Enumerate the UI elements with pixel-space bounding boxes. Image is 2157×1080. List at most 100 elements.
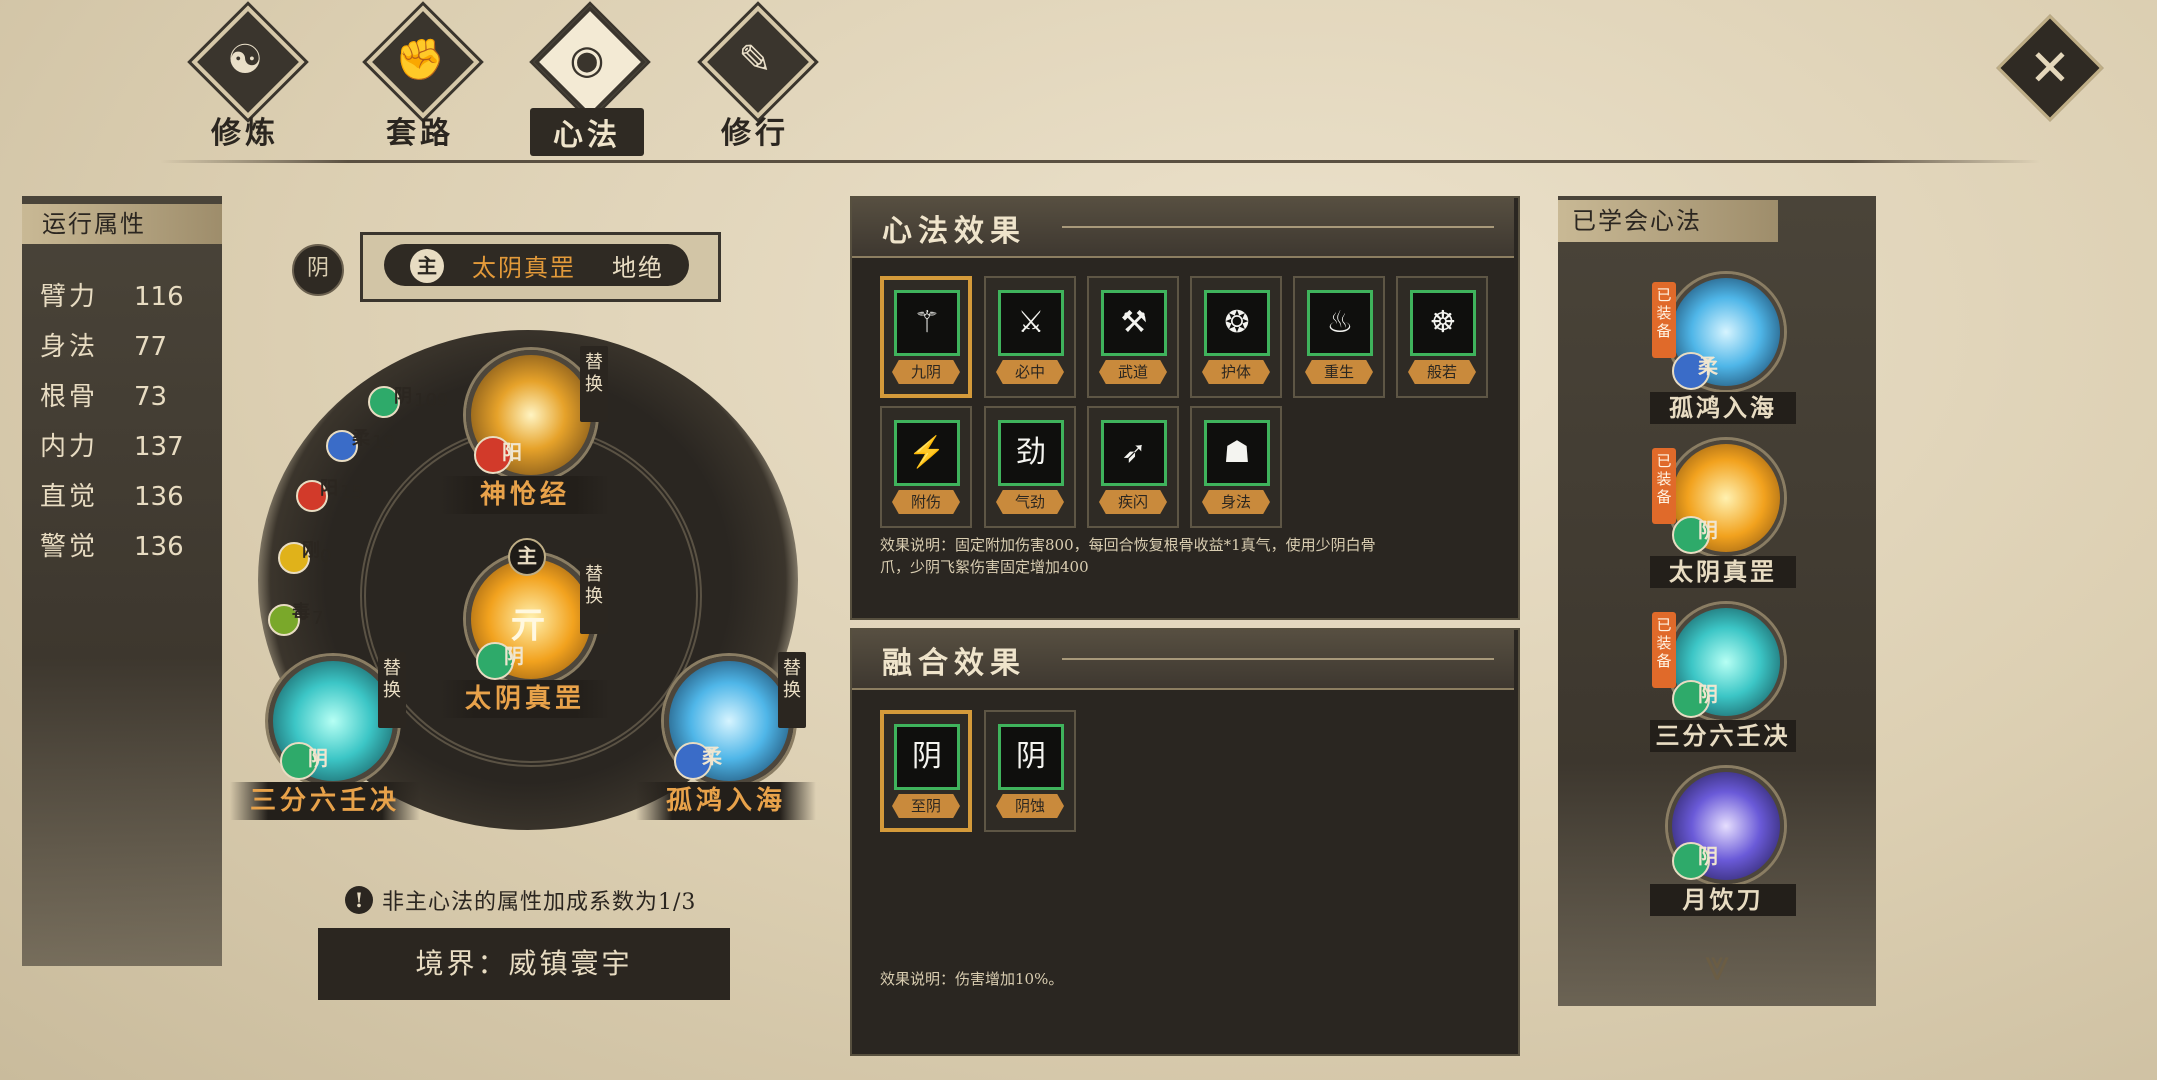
skill-tag: 九阴 <box>892 360 960 384</box>
blade-icon: ⚡ <box>894 420 960 486</box>
trident-icon: ⚚ <box>894 290 960 356</box>
attr-label: 毒 <box>292 602 310 623</box>
slot-type-label: 阴 <box>308 746 328 770</box>
shield-aura-icon: ❂ <box>1204 290 1270 356</box>
effect-skill[interactable]: 劲气劲 <box>984 406 1076 528</box>
skill-tag: 疾闪 <box>1099 490 1167 514</box>
learned-type-label: 柔 <box>1698 354 1718 378</box>
stats-title: 运行属性 <box>42 210 146 238</box>
yin-erosion-icon: 阴 <box>998 724 1064 790</box>
swap-button[interactable]: 替换 <box>580 558 608 634</box>
attr-label: 柔 <box>352 428 370 449</box>
swirl-icon: ◉ <box>569 37 605 83</box>
scroll-icon: ✎ <box>738 37 772 83</box>
effect-skill[interactable]: ☸ 般若 <box>1396 276 1488 398</box>
skill-tag: 护体 <box>1202 360 1270 384</box>
stat-name: 臂力 <box>40 282 99 312</box>
rebirth-icon: ♨ <box>1307 290 1373 356</box>
main-marker-icon: 主 <box>410 249 444 283</box>
fusion-title: 融合效果 <box>882 646 1026 681</box>
effects-description: 效果说明：固定附加伤害800，每回合恢复根骨收益*1真气，使用少阴白骨 <box>880 536 1376 554</box>
fusion-skill[interactable]: 阴阴蚀 <box>984 710 1076 832</box>
yin-badge: 阴 <box>292 244 344 296</box>
scroll-down-icon[interactable]: ⩔ <box>1682 944 1752 988</box>
skill-tag: 至阴 <box>892 794 960 818</box>
fusion-description: 效果说明：伤害增加10%。 <box>880 970 1064 988</box>
header-rule <box>1062 226 1494 228</box>
effect-skill[interactable]: ➶ 疾闪 <box>1087 406 1179 528</box>
skill-tag: 附伤 <box>892 490 960 514</box>
slot-name: 孤鸿入海 <box>636 782 816 820</box>
learned-header: 已学会心法 <box>1558 200 1778 242</box>
stat-name: 警觉 <box>40 532 99 562</box>
learned-type-label: 阴 <box>1698 518 1718 542</box>
effect-skill[interactable]: ⚔ 必中 <box>984 276 1076 398</box>
learned-title: 已学会心法 <box>1572 207 1702 235</box>
weapons-icon: ⚒ <box>1101 290 1167 356</box>
stat-value: 136 <box>134 482 184 512</box>
slot-name: 三分六壬决 <box>230 782 420 820</box>
attr-label: 刚 <box>302 540 320 561</box>
main-method-name: 太阴真罡 <box>472 254 576 282</box>
stat-value: 116 <box>134 282 184 312</box>
header-divider <box>160 160 2040 163</box>
close-icon: ✕ <box>2029 39 2071 97</box>
taiji-icon: ☯ <box>227 37 263 83</box>
learned-method-name: 孤鸿入海 <box>1650 392 1796 424</box>
tab-label: 套路 <box>386 116 454 151</box>
effect-skill[interactable]: ♨ 重生 <box>1293 276 1385 398</box>
attr-value: 0 <box>320 546 332 567</box>
stat-row: 直觉 136 <box>40 476 210 513</box>
stat-value: 136 <box>134 532 184 562</box>
tab-cultivate[interactable]: ☯ 修炼 <box>170 5 320 151</box>
fusion-header: 融合效果 <box>852 630 1514 690</box>
info-icon: ! <box>345 886 373 914</box>
slot-type-label: 阳 <box>502 440 522 464</box>
stat-value: 137 <box>134 432 184 462</box>
tab-routine[interactable]: ✊ 套路 <box>345 5 495 151</box>
yin-seal-icon: 阴 <box>894 724 960 790</box>
slot-name: 太阴真罡 <box>440 680 610 718</box>
swap-button[interactable]: 替换 <box>378 652 406 728</box>
tab-label: 修炼 <box>211 116 279 151</box>
tab-practice[interactable]: ✎ 修行 <box>680 5 830 151</box>
fist-icon: ✊ <box>395 37 445 83</box>
equipped-badge: 已装备 <box>1652 612 1676 688</box>
attr-value: 19 <box>372 432 395 453</box>
skill-tag: 必中 <box>996 360 1064 384</box>
slot-type-label: 阴 <box>504 644 524 668</box>
swap-button[interactable]: 替换 <box>580 346 608 422</box>
effect-skill[interactable]: ❂ 护体 <box>1190 276 1282 398</box>
attr-value: 15 <box>340 482 363 503</box>
effect-skill[interactable]: ⚡ 附伤 <box>880 406 972 528</box>
slot-type-label: 柔 <box>702 744 722 768</box>
fusion-skill[interactable]: 阴至阴 <box>880 710 972 832</box>
effects-description: 爪，少阴飞絮伤害固定增加400 <box>880 558 1089 576</box>
force-icon: 劲 <box>998 420 1064 486</box>
skill-tag: 阴蚀 <box>996 794 1064 818</box>
effect-skill[interactable]: ⚒ 武道 <box>1087 276 1179 398</box>
learned-method-name: 太阴真罡 <box>1650 556 1796 588</box>
tab-mind-method[interactable]: ◉ 心法 <box>512 5 662 156</box>
equipped-badge: 已装备 <box>1652 282 1676 358</box>
skill-tag: 气劲 <box>996 490 1064 514</box>
skill-tag: 身法 <box>1202 490 1270 514</box>
agility-icon: ☗ <box>1204 420 1270 486</box>
attr-value: 7 <box>312 608 324 629</box>
effect-skill[interactable]: ⚚ 九阴 <box>880 276 972 398</box>
notice-text: 非主心法的属性加成系数为1/3 <box>382 890 697 915</box>
learned-method-name: 三分六壬决 <box>1650 720 1796 752</box>
learned-type-label: 阴 <box>1698 844 1718 868</box>
swap-button[interactable]: 替换 <box>778 652 806 728</box>
stat-value: 73 <box>134 382 168 412</box>
equipped-badge: 已装备 <box>1652 448 1676 524</box>
realm-text: 境界：威镇寰宇 <box>415 947 633 980</box>
stat-value: 77 <box>134 332 168 362</box>
stat-row: 身法 77 <box>40 326 210 363</box>
main-marker-icon: 主 <box>508 538 546 576</box>
stat-row: 臂力 116 <box>40 276 210 313</box>
learned-method-name: 月饮刀 <box>1650 884 1796 916</box>
tab-label: 心法 <box>530 108 644 156</box>
effect-skill[interactable]: ☗ 身法 <box>1190 406 1282 528</box>
dash-icon: ➶ <box>1101 420 1167 486</box>
